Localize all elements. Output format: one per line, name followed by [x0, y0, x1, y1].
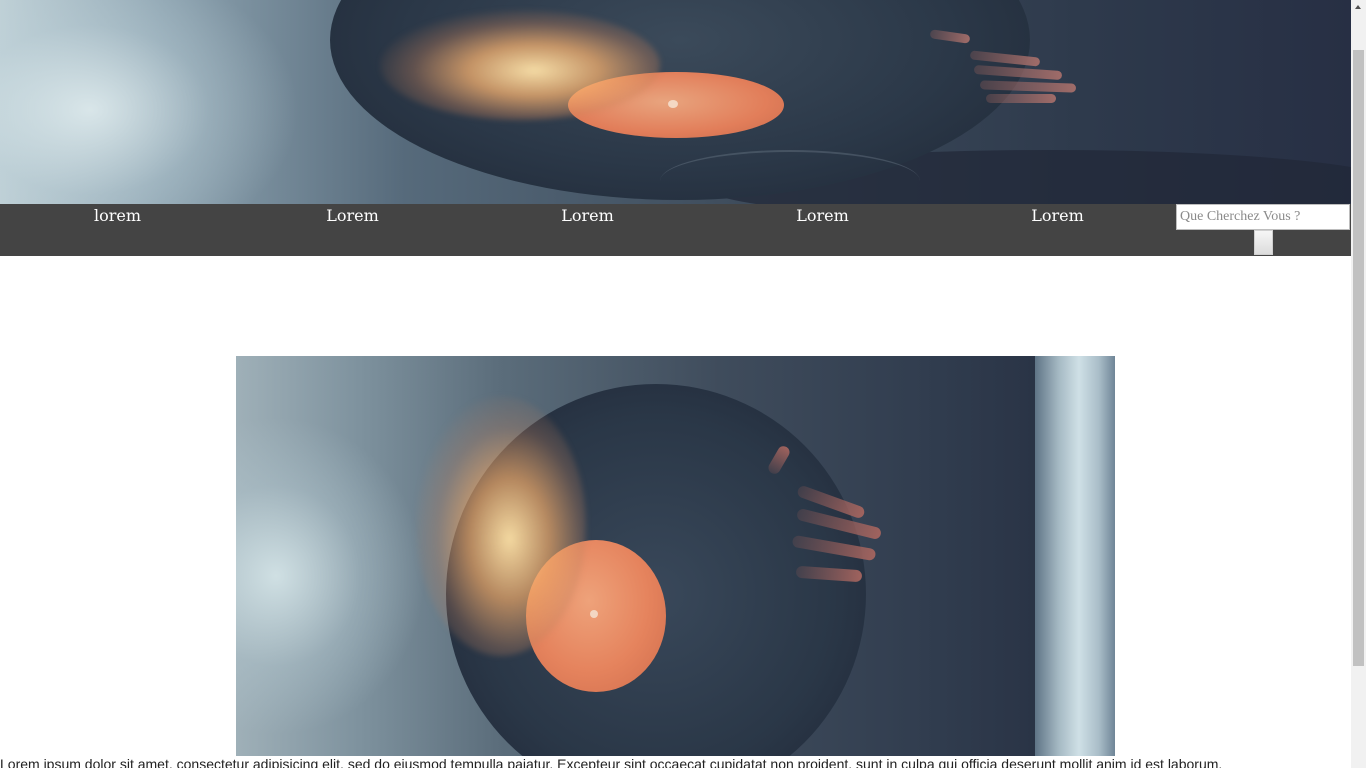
main-image — [236, 356, 1115, 756]
page: lorem Lorem Lorem Lorem Lorem Lorem ipsu… — [0, 0, 1351, 768]
header-banner-image — [0, 0, 1351, 204]
hand-image — [929, 28, 1100, 108]
main-navigation: lorem Lorem Lorem Lorem Lorem — [0, 204, 1351, 256]
scroll-up-arrow-icon[interactable] — [1351, 0, 1366, 15]
search-button[interactable] — [1254, 230, 1273, 255]
nav-item-5[interactable]: Lorem — [940, 204, 1175, 228]
scrollbar-thumb[interactable] — [1353, 50, 1364, 666]
nav-item-1[interactable]: lorem — [0, 204, 235, 228]
body-paragraph: Lorem ipsum dolor sit amet, consectetur … — [0, 756, 1223, 768]
image-edge-strip — [1035, 356, 1115, 756]
flame-image — [380, 10, 660, 120]
nav-item-4[interactable]: Lorem — [705, 204, 940, 228]
flame-image — [416, 396, 586, 656]
search-input[interactable] — [1176, 204, 1350, 230]
nav-item-3[interactable]: Lorem — [470, 204, 705, 228]
nav-item-2[interactable]: Lorem — [235, 204, 470, 228]
vertical-scrollbar[interactable] — [1351, 0, 1366, 768]
